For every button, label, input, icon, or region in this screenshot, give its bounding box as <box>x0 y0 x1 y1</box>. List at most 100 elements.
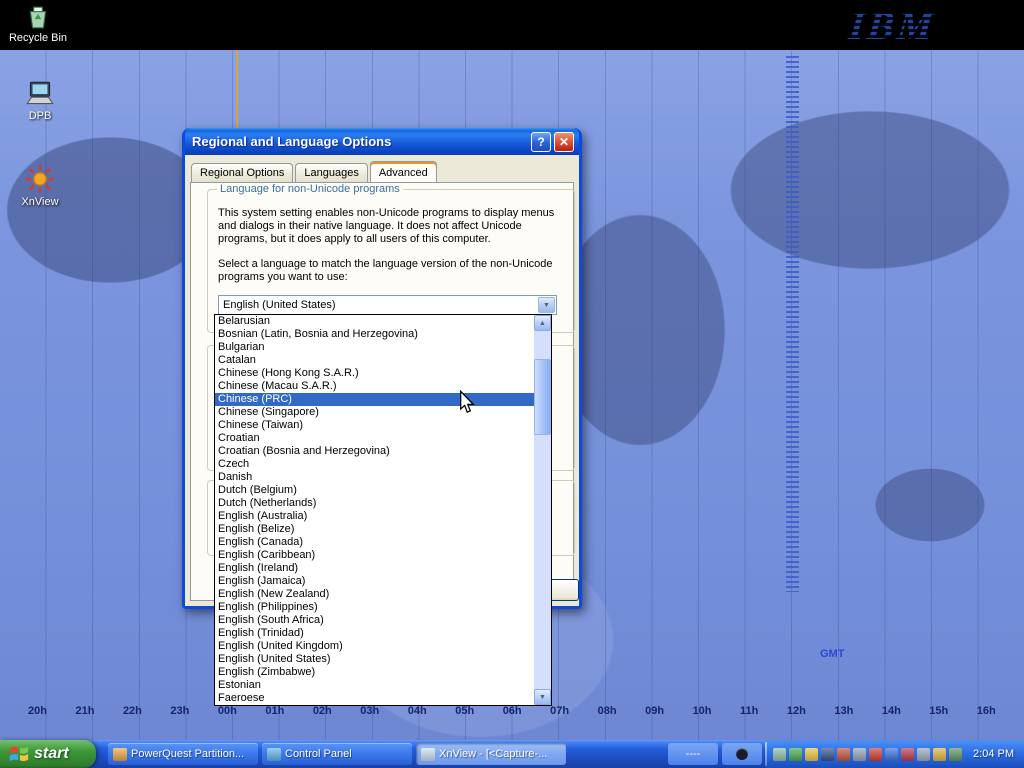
dialog-tab[interactable]: Advanced <box>370 161 437 182</box>
taskbar-window-button[interactable]: PowerQuest Partition... <box>108 743 258 765</box>
language-list-item[interactable]: Dutch (Belgium) <box>215 484 534 497</box>
window-app-icon <box>421 748 435 761</box>
laptop-icon <box>23 80 57 108</box>
timezone-hour-label: 03h <box>360 705 379 717</box>
dialog-tab[interactable]: Languages <box>295 163 367 182</box>
desktop-icon-label: DPB <box>10 110 70 122</box>
desktop-icon-dpb[interactable]: DPB <box>10 80 70 122</box>
start-button-label: start <box>34 745 69 763</box>
timezone-hour-label: 06h <box>503 705 522 717</box>
language-list-item[interactable]: Belarusian <box>215 315 534 328</box>
timezone-hour-label: 00h <box>218 705 237 717</box>
language-list-item[interactable]: English (United Kingdom) <box>215 640 534 653</box>
deskband-collapsed[interactable]: ---- <box>668 743 718 765</box>
language-list-item[interactable]: English (Ireland) <box>215 562 534 575</box>
tray-icon-3[interactable] <box>805 748 818 761</box>
help-button[interactable]: ? <box>531 132 551 152</box>
dialog-titlebar[interactable]: Regional and Language Options ? ✕ <box>185 128 579 155</box>
tray-icon-7[interactable] <box>869 748 882 761</box>
taskbar-clock[interactable]: 2:04 PM <box>970 748 1014 760</box>
tray-icon-9[interactable] <box>901 748 914 761</box>
language-list-item[interactable]: Chinese (Taiwan) <box>215 419 534 432</box>
timezone-hour-label: 10h <box>693 705 712 717</box>
scroll-up-button[interactable]: ▲ <box>534 315 551 331</box>
timezone-hour-label: 11h <box>740 705 758 717</box>
language-list-item[interactable]: English (Belize) <box>215 523 534 536</box>
timezone-hour-label: 07h <box>550 705 569 717</box>
timezone-hour-label: 21h <box>75 705 94 717</box>
tray-icon-4[interactable] <box>821 748 834 761</box>
language-list: BelarusianBosnian (Latin, Bosnia and Her… <box>215 315 534 705</box>
taskbar: start PowerQuest Partition... Control Pa… <box>0 740 1024 768</box>
language-list-item[interactable]: English (Trinidad) <box>215 627 534 640</box>
deskband-app[interactable] <box>722 743 762 765</box>
scrollbar-track[interactable] <box>534 331 551 689</box>
timezone-hour-label: 16h <box>977 705 996 717</box>
start-button[interactable]: start <box>0 740 96 768</box>
language-list-item[interactable]: English (Philippines) <box>215 601 534 614</box>
tray-icon-1[interactable] <box>773 748 786 761</box>
close-button[interactable]: ✕ <box>554 132 574 152</box>
dialog-title: Regional and Language Options <box>192 134 528 149</box>
taskbar-window-button[interactable]: Control Panel <box>262 743 412 765</box>
scroll-down-icon: ▼ <box>539 694 546 701</box>
combobox-value: English (United States) <box>219 299 538 311</box>
language-combobox[interactable]: English (United States) ▼ <box>218 295 557 315</box>
language-list-item[interactable]: Chinese (Hong Kong S.A.R.) <box>215 367 534 380</box>
language-list-item[interactable]: Croatian <box>215 432 534 445</box>
taskbar-window-button[interactable]: XnView - [<Capture-... <box>416 743 566 765</box>
language-list-item[interactable]: Bulgarian <box>215 341 534 354</box>
timezone-hour-row: 20h21h22h23h00h01h02h03h04h05h06h07h08h0… <box>28 705 996 717</box>
language-list-item[interactable]: English (Canada) <box>215 536 534 549</box>
timezone-hatch-strip <box>786 56 799 592</box>
tray-icon-6[interactable] <box>853 748 866 761</box>
language-list-item[interactable]: Czech <box>215 458 534 471</box>
desktop: IBM GMT 20h21h22h23h00h01h02h03h04h05h06… <box>0 0 1024 768</box>
desktop-icon-recycle-bin[interactable]: Recycle Bin <box>8 4 68 44</box>
mouse-cursor <box>456 390 478 414</box>
desktop-icon-label: Recycle Bin <box>8 32 68 44</box>
language-list-item[interactable]: Dutch (Netherlands) <box>215 497 534 510</box>
language-list-item[interactable]: English (United States) <box>215 653 534 666</box>
language-list-item[interactable]: Chinese (PRC) <box>215 393 534 406</box>
tray-icon-5[interactable] <box>837 748 850 761</box>
group-description-text: This system setting enables non-Unicode … <box>218 207 568 246</box>
language-list-item[interactable]: English (Caribbean) <box>215 549 534 562</box>
tray-icon-12[interactable] <box>949 748 962 761</box>
language-list-item[interactable]: Danish <box>215 471 534 484</box>
timezone-hour-label: 01h <box>265 705 284 717</box>
language-list-item[interactable]: Catalan <box>215 354 534 367</box>
timezone-hour-label: 22h <box>123 705 142 717</box>
language-list-item[interactable]: English (Zimbabwe) <box>215 666 534 679</box>
timezone-hour-label: 23h <box>170 705 189 717</box>
timezone-marker-line <box>236 50 238 135</box>
timezone-hour-label: 08h <box>598 705 617 717</box>
timezone-hour-label: 04h <box>408 705 427 717</box>
language-list-item[interactable]: English (Australia) <box>215 510 534 523</box>
desktop-icon-xnview[interactable]: XnView <box>10 164 70 208</box>
language-list-item[interactable]: Bosnian (Latin, Bosnia and Herzegovina) <box>215 328 534 341</box>
language-list-item[interactable]: Chinese (Singapore) <box>215 406 534 419</box>
chevron-down-icon[interactable]: ▼ <box>538 297 555 313</box>
language-list-item[interactable]: Faeroese <box>215 692 534 705</box>
language-list-item[interactable]: English (New Zealand) <box>215 588 534 601</box>
select-language-instruction: Select a language to match the language … <box>218 258 568 284</box>
timezone-hour-label: 20h <box>28 705 47 717</box>
language-list-item[interactable]: English (South Africa) <box>215 614 534 627</box>
language-list-item[interactable]: Estonian <box>215 679 534 692</box>
taskbar-buttons: PowerQuest Partition... Control Panel Xn… <box>108 743 566 765</box>
tray-icon-2[interactable] <box>789 748 802 761</box>
help-icon: ? <box>537 135 544 149</box>
dialog-tab[interactable]: Regional Options <box>191 163 293 182</box>
tray-icon-10[interactable] <box>917 748 930 761</box>
dropdown-scrollbar[interactable]: ▲ ▼ <box>534 315 551 705</box>
system-tray: 2:04 PM <box>765 740 1024 768</box>
scroll-down-button[interactable]: ▼ <box>534 689 551 705</box>
tray-icon-11[interactable] <box>933 748 946 761</box>
language-list-item[interactable]: Croatian (Bosnia and Herzegovina) <box>215 445 534 458</box>
scrollbar-thumb[interactable] <box>534 359 551 435</box>
language-list-item[interactable]: English (Jamaica) <box>215 575 534 588</box>
language-list-item[interactable]: Chinese (Macau S.A.R.) <box>215 380 534 393</box>
xnview-icon <box>25 164 55 194</box>
tray-icon-8[interactable] <box>885 748 898 761</box>
